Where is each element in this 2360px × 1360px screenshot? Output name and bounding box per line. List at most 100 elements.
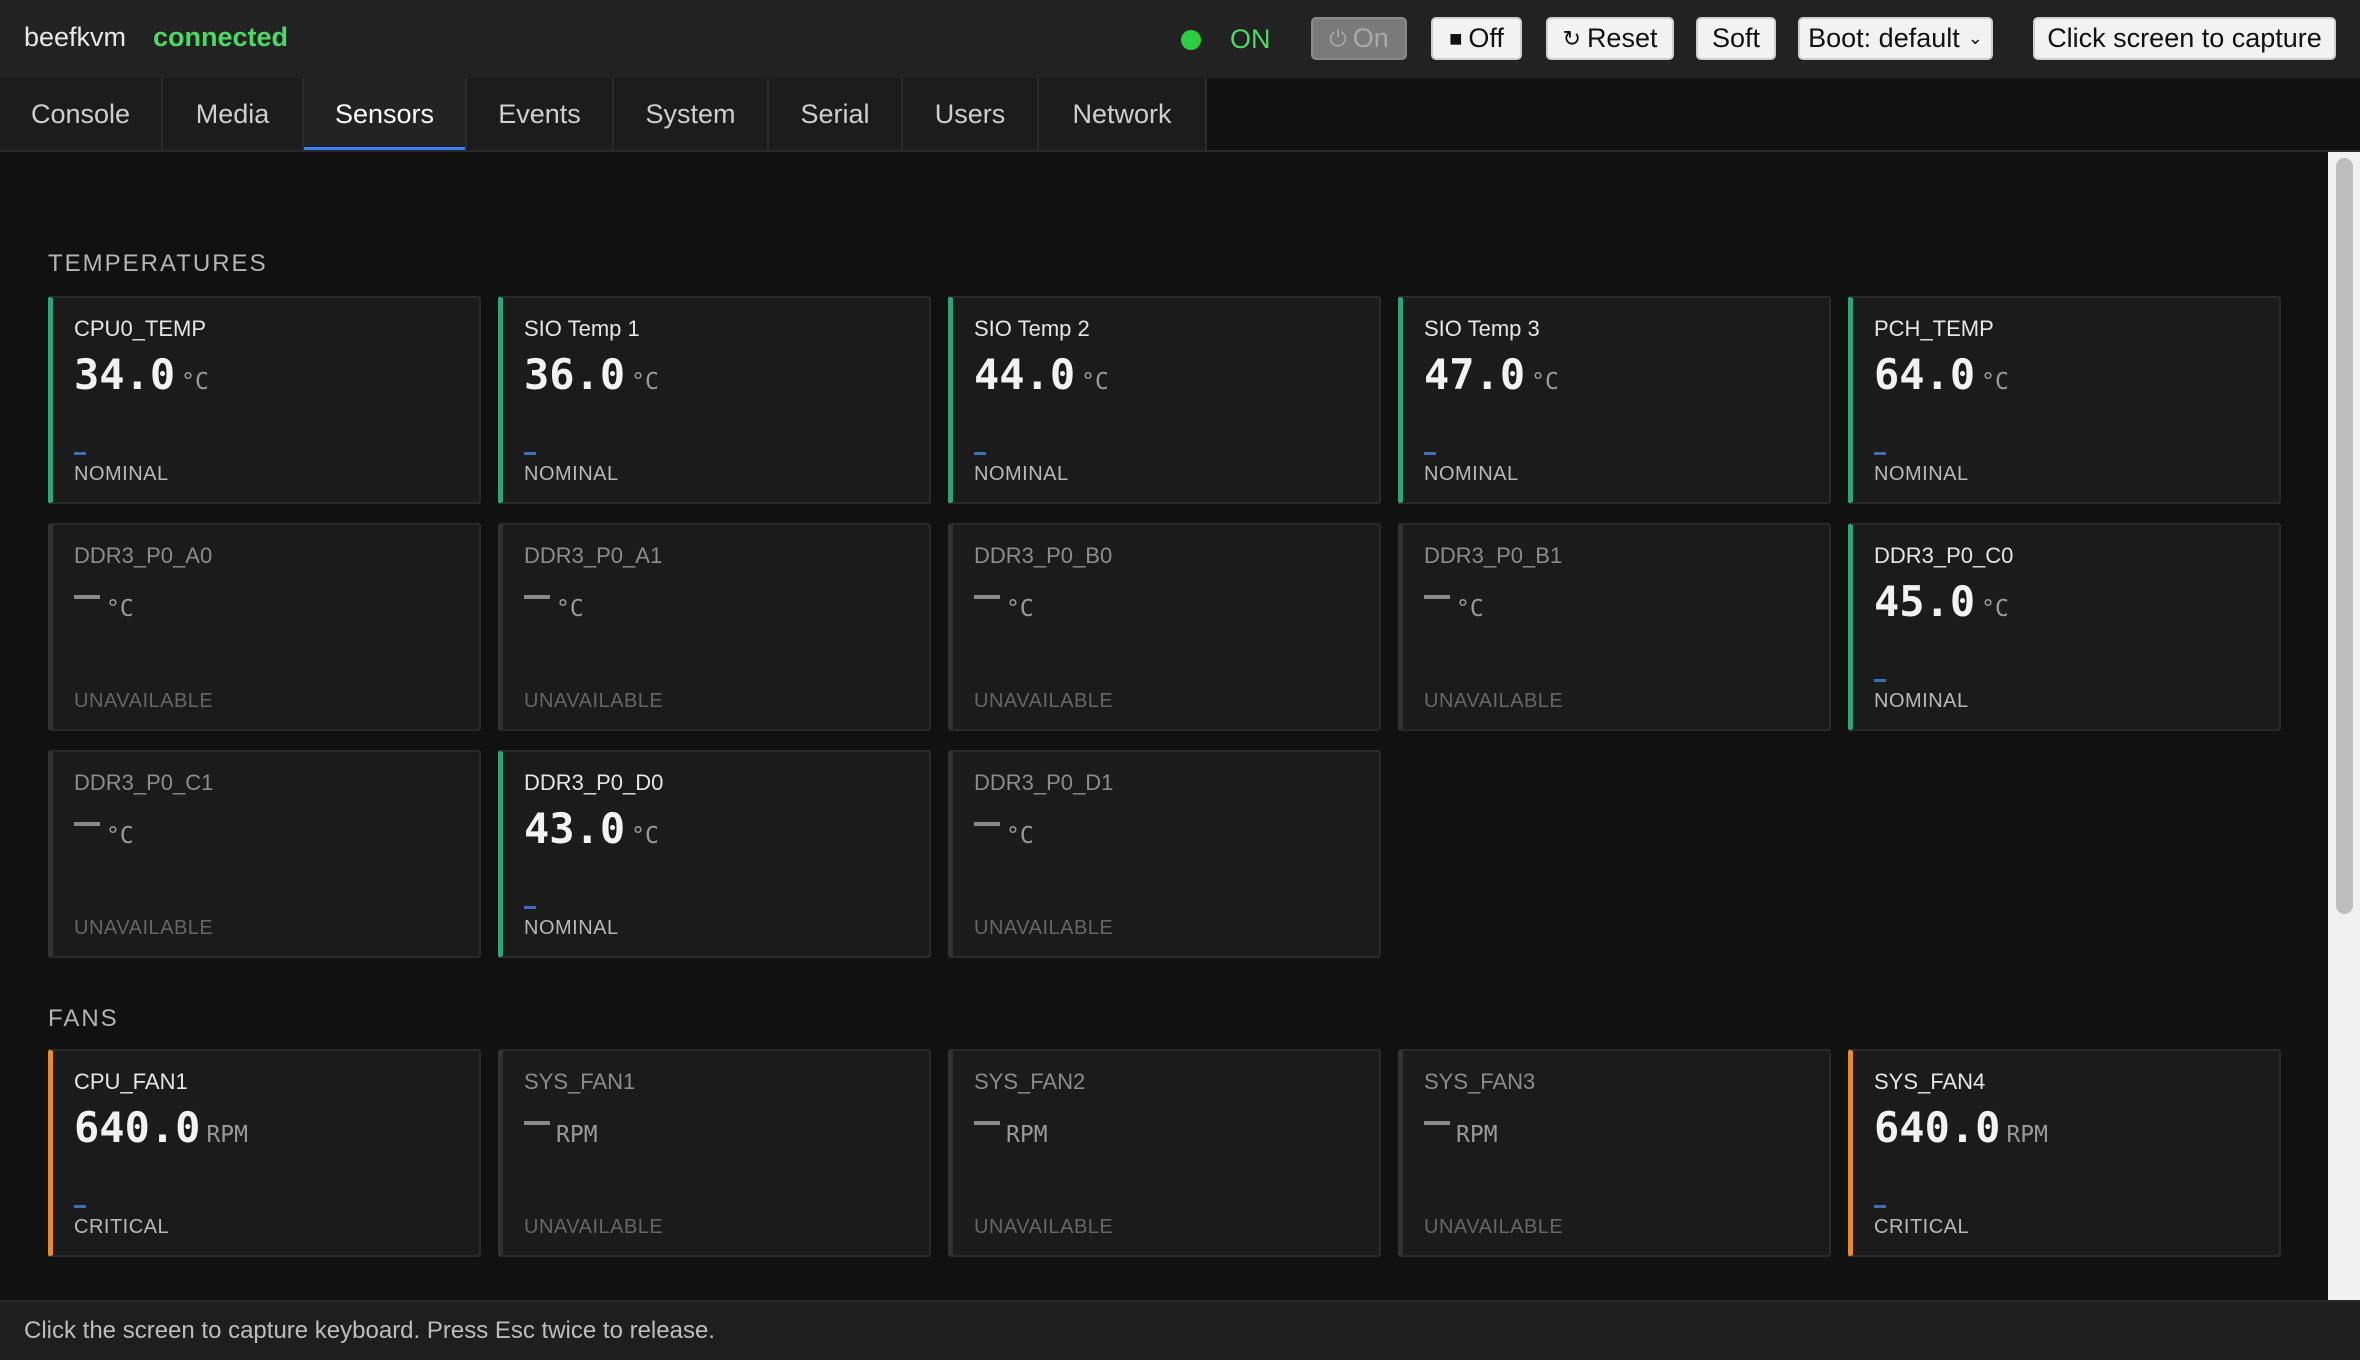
sensor-name: CPU_FAN1 bbox=[74, 1069, 188, 1094]
sensor-value: RPM bbox=[524, 1103, 598, 1152]
power-icon: ⏻ bbox=[1329, 25, 1347, 51]
no-reading-dash bbox=[974, 821, 1000, 826]
sensor-value: °C bbox=[74, 804, 134, 853]
sensor-status: NOMINAL bbox=[974, 463, 1069, 485]
sensor-value: RPM bbox=[1424, 1103, 1498, 1152]
sensor-unit: °C bbox=[1981, 369, 2009, 395]
tab-users[interactable]: Users bbox=[903, 78, 1039, 151]
sensor-level-bar bbox=[74, 452, 86, 455]
capture-button[interactable]: Click screen to capture bbox=[2033, 17, 2336, 60]
sensor-unit: °C bbox=[631, 369, 659, 395]
sensor-reading: 64.0 bbox=[1874, 350, 1976, 399]
sensor-level-bar bbox=[524, 906, 536, 909]
sensor-name: DDR3_P0_C0 bbox=[1874, 543, 2014, 568]
no-reading-dash bbox=[74, 594, 100, 599]
tab-console[interactable]: Console bbox=[0, 78, 163, 151]
sensor-unit: RPM bbox=[1456, 1122, 1498, 1148]
sensor-card: DDR3_P0_A0 °C UNAVAILABLE bbox=[48, 523, 481, 731]
sensor-unit: °C bbox=[106, 596, 134, 622]
section-title-temperatures: TEMPERATURES bbox=[48, 250, 268, 277]
sensor-value: °C bbox=[974, 577, 1034, 626]
app-title: beefkvm bbox=[24, 22, 127, 52]
reset-button[interactable]: ↻ Reset bbox=[1546, 17, 1674, 60]
tab-events[interactable]: Events bbox=[467, 78, 614, 151]
sensor-unit: RPM bbox=[206, 1122, 248, 1148]
sensor-status: NOMINAL bbox=[1424, 463, 1519, 485]
sensor-status: CRITICAL bbox=[74, 1216, 170, 1238]
reset-label: Reset bbox=[1586, 23, 1658, 53]
sensor-status: UNAVAILABLE bbox=[974, 690, 1114, 712]
reset-icon: ↻ bbox=[1562, 25, 1581, 51]
power-state: ON bbox=[1230, 24, 1271, 54]
sensor-reading: 34.0 bbox=[74, 350, 176, 399]
sensor-unit: RPM bbox=[1006, 1122, 1048, 1148]
sensor-reading: 640.0 bbox=[74, 1103, 201, 1152]
sensor-unit: °C bbox=[1006, 596, 1034, 622]
scrollbar-thumb[interactable] bbox=[2336, 158, 2353, 914]
no-reading-dash bbox=[1424, 1120, 1450, 1125]
sensor-status: UNAVAILABLE bbox=[524, 1216, 664, 1238]
sensor-unit: RPM bbox=[2006, 1122, 2048, 1148]
sensor-reading: 43.0 bbox=[524, 804, 626, 853]
tab-network[interactable]: Network bbox=[1039, 78, 1207, 151]
sensor-level-bar bbox=[74, 1205, 86, 1208]
sensor-name: SIO Temp 2 bbox=[974, 316, 1090, 341]
status-footer: Click the screen to capture keyboard. Pr… bbox=[0, 1300, 2360, 1360]
no-reading-dash bbox=[974, 1120, 1000, 1125]
sensor-unit: °C bbox=[631, 823, 659, 849]
sensor-status: NOMINAL bbox=[1874, 690, 1969, 712]
sensor-status: UNAVAILABLE bbox=[1424, 690, 1564, 712]
tab-label: System bbox=[645, 99, 736, 129]
sensor-card: SYS_FAN1 RPM UNAVAILABLE bbox=[498, 1049, 931, 1257]
sensor-status: UNAVAILABLE bbox=[74, 917, 214, 939]
tab-media[interactable]: Media bbox=[163, 78, 304, 151]
sensor-reading: 36.0 bbox=[524, 350, 626, 399]
tab-system[interactable]: System bbox=[614, 78, 769, 151]
sensor-unit: °C bbox=[1981, 596, 2009, 622]
no-reading-dash bbox=[974, 594, 1000, 599]
top-bar: beefkvm connected ON ⏻ On ■ Off ↻ Reset … bbox=[0, 0, 2360, 78]
sensor-value: 640.0 RPM bbox=[74, 1103, 248, 1152]
tab-serial[interactable]: Serial bbox=[769, 78, 903, 151]
sensor-reading: 640.0 bbox=[1874, 1103, 2001, 1152]
power-indicator-dot bbox=[1181, 30, 1201, 50]
sensor-value: 44.0 °C bbox=[974, 350, 1109, 399]
sensor-name: SIO Temp 1 bbox=[524, 316, 640, 341]
sensor-value: °C bbox=[524, 577, 584, 626]
sensor-value: 34.0 °C bbox=[74, 350, 209, 399]
sensor-card: SIO Temp 1 36.0 °C NOMINAL bbox=[498, 296, 931, 504]
sensor-card: SIO Temp 2 44.0 °C NOMINAL bbox=[948, 296, 1381, 504]
sensor-unit: °C bbox=[556, 596, 584, 622]
sensor-value: 36.0 °C bbox=[524, 350, 659, 399]
tab-label: Network bbox=[1072, 99, 1172, 129]
sensor-unit: °C bbox=[1006, 823, 1034, 849]
sensors-panel: TEMPERATURES CPU0_TEMP 34.0 °C NOMINAL SIO T… bbox=[0, 152, 2328, 1300]
sensor-name: SYS_FAN4 bbox=[1874, 1069, 1986, 1094]
sensor-value: °C bbox=[74, 577, 134, 626]
soft-button[interactable]: Soft bbox=[1696, 17, 1776, 60]
power-off-button[interactable]: ■ Off bbox=[1431, 17, 1522, 60]
tab-label: Users bbox=[934, 99, 1006, 129]
boot-select[interactable]: Boot: default ⌄ bbox=[1798, 17, 1993, 60]
sensor-name: DDR3_P0_B1 bbox=[1424, 543, 1563, 568]
chevron-down-icon: ⌄ bbox=[1967, 28, 1983, 48]
boot-select-value: Boot: default bbox=[1808, 23, 1960, 53]
sensor-name: DDR3_P0_D1 bbox=[974, 770, 1114, 795]
sensor-card: DDR3_P0_D1 °C UNAVAILABLE bbox=[948, 750, 1381, 958]
tab-sensors[interactable]: Sensors bbox=[304, 78, 467, 151]
sensor-level-bar bbox=[974, 452, 986, 455]
capture-hint: Click the screen to capture keyboard. Pr… bbox=[24, 1317, 715, 1344]
sensor-card: DDR3_P0_B0 °C UNAVAILABLE bbox=[948, 523, 1381, 731]
sensor-value: °C bbox=[974, 804, 1034, 853]
tab-label: Sensors bbox=[334, 99, 435, 129]
power-on-button[interactable]: ⏻ On bbox=[1311, 17, 1407, 60]
sensor-level-bar bbox=[1874, 452, 1886, 455]
sensor-status: NOMINAL bbox=[524, 463, 619, 485]
sensor-status: UNAVAILABLE bbox=[524, 690, 664, 712]
sensor-card: DDR3_P0_D0 43.0 °C NOMINAL bbox=[498, 750, 931, 958]
sensor-unit: °C bbox=[181, 369, 209, 395]
sensor-unit: RPM bbox=[556, 1122, 598, 1148]
connection-status: connected bbox=[153, 22, 289, 52]
sensor-status: UNAVAILABLE bbox=[974, 1216, 1114, 1238]
capture-label: Click screen to capture bbox=[2047, 23, 2322, 53]
